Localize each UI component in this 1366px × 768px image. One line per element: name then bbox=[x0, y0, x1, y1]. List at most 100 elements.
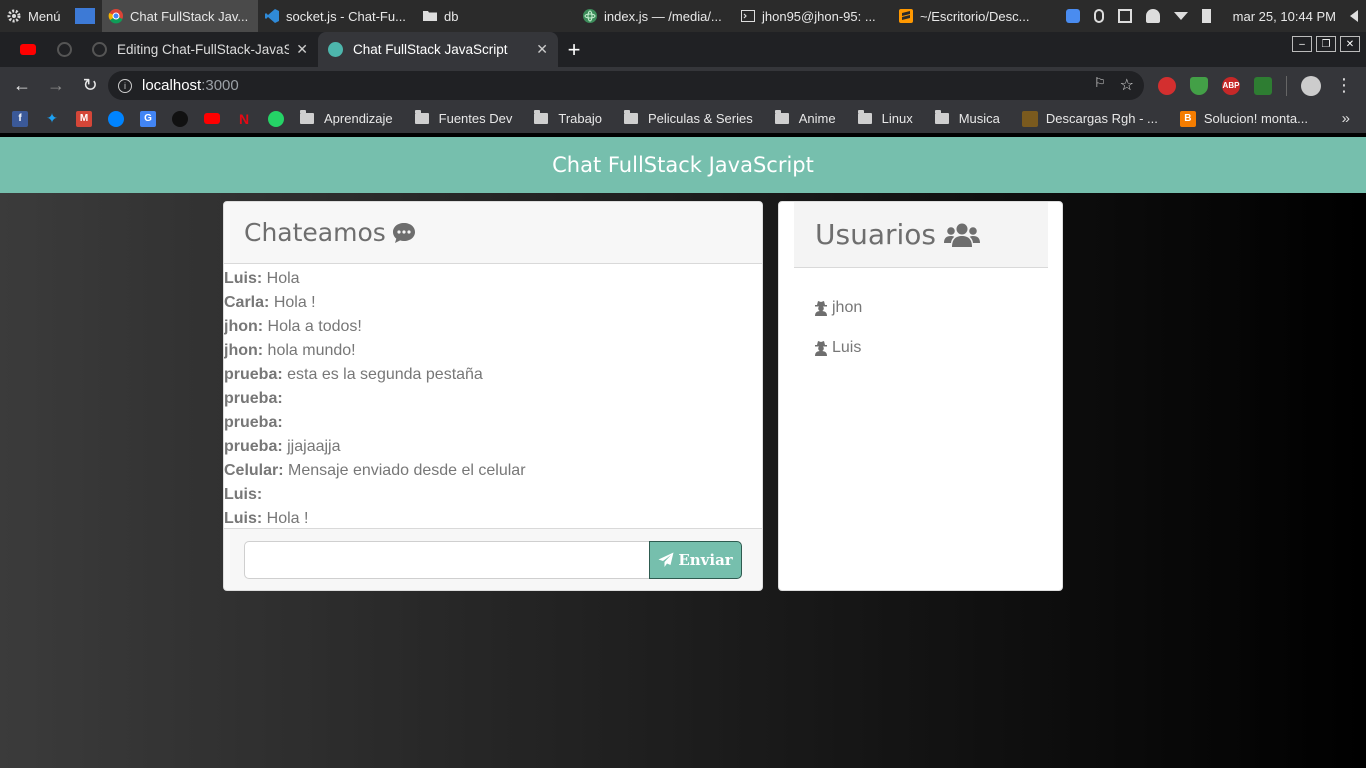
divider bbox=[1286, 75, 1287, 96]
taskbar-item-label: jhon95@jhon-95: ... bbox=[762, 8, 876, 24]
message-username: jhon: bbox=[224, 318, 264, 335]
message-text: Hola ! bbox=[273, 294, 316, 311]
star-icon[interactable]: ☆ bbox=[1120, 75, 1134, 95]
netflix-icon[interactable]: N bbox=[236, 111, 252, 127]
github-icon bbox=[56, 42, 72, 57]
restore-icon[interactable]: ❐ bbox=[1316, 36, 1336, 52]
twitter-icon[interactable]: ✦ bbox=[44, 110, 60, 127]
bookmark-label: Musica bbox=[958, 111, 1000, 126]
menu-button[interactable]: Menú bbox=[0, 0, 68, 32]
clock[interactable]: mar 25, 10:44 PM bbox=[1233, 9, 1336, 24]
message-input[interactable] bbox=[244, 541, 650, 579]
messenger-icon[interactable] bbox=[108, 110, 124, 127]
forward-button[interactable]: → bbox=[40, 70, 72, 102]
user-name: jhon bbox=[832, 299, 863, 316]
youtube-icon[interactable] bbox=[204, 113, 220, 124]
bookmark-folder[interactable]: Trabajo bbox=[534, 110, 602, 126]
address-bar[interactable]: i localhost:3000 ⚐ ☆ bbox=[108, 71, 1144, 100]
github-icon bbox=[92, 42, 107, 57]
arrow-left-icon: ← bbox=[13, 75, 31, 95]
volume-icon[interactable] bbox=[1350, 10, 1358, 22]
message-username: prueba: bbox=[224, 366, 283, 383]
terminal-icon bbox=[741, 10, 755, 22]
youtube-icon bbox=[20, 44, 36, 55]
gmail-icon[interactable]: M bbox=[76, 110, 92, 127]
extension-icon[interactable] bbox=[1254, 76, 1272, 95]
tab-chat-fullstack[interactable]: Chat FullStack JavaScript ✕ bbox=[318, 32, 558, 67]
screenshot-icon[interactable] bbox=[1117, 9, 1132, 23]
taskbar-item-vscode[interactable]: socket.js - Chat-Fu... bbox=[258, 0, 416, 32]
taskbar-item-chrome[interactable]: Chat FullStack Jav... bbox=[102, 0, 258, 32]
message-row: prueba: bbox=[224, 412, 762, 436]
new-tab-button[interactable]: + bbox=[558, 32, 590, 67]
app-header: Chat FullStack JavaScript bbox=[0, 137, 1366, 193]
translate-icon[interactable]: G bbox=[140, 110, 156, 127]
more-bookmarks-icon[interactable]: » bbox=[1342, 110, 1350, 127]
message-text: Hola a todos! bbox=[267, 318, 362, 335]
bookmark-folder[interactable]: Fuentes Dev bbox=[414, 110, 512, 126]
message-username: Luis: bbox=[224, 486, 263, 503]
message-username: jhon: bbox=[224, 342, 264, 359]
bookmark-link[interactable]: Descargas Rgh - ... bbox=[1021, 110, 1158, 127]
bookmark-link[interactable]: B Solucion! monta... bbox=[1179, 110, 1308, 127]
message-row: prueba: jjajaajja bbox=[224, 436, 762, 460]
wifi-icon[interactable] bbox=[1173, 12, 1188, 20]
message-username: Luis: bbox=[224, 270, 263, 287]
taskbar-item-sublime[interactable]: ~/Escritorio/Desc... bbox=[892, 0, 1042, 32]
shield-icon[interactable] bbox=[1065, 9, 1080, 23]
bookmark-folder[interactable]: Aprendizaje bbox=[300, 110, 393, 126]
plus-icon: + bbox=[567, 36, 581, 62]
taskbar-item-label: Chat FullStack Jav... bbox=[130, 8, 249, 24]
tab-editing-chat[interactable]: Editing Chat-FullStack-JavaSc ✕ bbox=[82, 32, 318, 67]
bookmark-folder[interactable]: Anime bbox=[774, 110, 836, 126]
message-list[interactable]: Luis: Hola Carla: Hola ! jhon: Hola a todo… bbox=[224, 264, 762, 528]
pinned-tab-github[interactable] bbox=[46, 32, 82, 67]
pinned-tab-youtube[interactable] bbox=[10, 32, 46, 67]
close-window-icon[interactable]: ✕ bbox=[1340, 36, 1360, 52]
bookmark-folder[interactable]: Linux bbox=[857, 110, 913, 126]
folder-icon bbox=[300, 110, 314, 124]
message-row: prueba: bbox=[224, 388, 762, 412]
battery-icon[interactable] bbox=[1201, 9, 1211, 23]
show-desktop-button[interactable] bbox=[68, 0, 102, 32]
window-controls: – ❐ ✕ bbox=[1292, 36, 1360, 52]
sublime-icon bbox=[899, 9, 913, 23]
rgh-icon bbox=[1021, 110, 1038, 127]
url-port: :3000 bbox=[201, 77, 239, 94]
paper-plane-icon bbox=[658, 552, 674, 567]
reload-button[interactable]: ↻ bbox=[74, 70, 106, 102]
shield-check-icon[interactable] bbox=[1190, 76, 1208, 95]
whatsapp-icon[interactable] bbox=[268, 110, 284, 127]
hand-stop-icon[interactable] bbox=[1158, 76, 1176, 95]
kebab-menu-icon[interactable]: ⋮ bbox=[1335, 75, 1353, 96]
user-name: Luis bbox=[832, 339, 862, 356]
message-row: Luis: bbox=[224, 484, 762, 508]
taskbar-item-label: db bbox=[444, 8, 459, 24]
folder-icon bbox=[414, 110, 429, 124]
folder-icon bbox=[623, 110, 638, 124]
close-icon[interactable]: ✕ bbox=[296, 41, 308, 58]
send-button[interactable]: Enviar bbox=[649, 541, 742, 579]
bluetooth-icon[interactable] bbox=[1093, 9, 1104, 23]
message-text: Mensaje enviado desde el celular bbox=[288, 462, 526, 479]
taskbar-item-atom[interactable]: index.js — /media/... bbox=[576, 0, 734, 32]
chat-footer: Enviar bbox=[224, 528, 762, 590]
close-icon[interactable]: ✕ bbox=[536, 41, 548, 58]
user-icon[interactable] bbox=[1145, 9, 1160, 23]
info-icon: i bbox=[118, 78, 132, 93]
bookmark-folder[interactable]: Musica bbox=[934, 110, 1000, 126]
arrow-right-icon: → bbox=[47, 75, 65, 95]
avatar[interactable] bbox=[1301, 75, 1321, 96]
back-button[interactable]: ← bbox=[6, 70, 38, 102]
translate-icon[interactable]: ⚐ bbox=[1094, 75, 1106, 95]
taskbar-item-db[interactable]: db bbox=[416, 0, 576, 32]
taskbar-item-terminal[interactable]: jhon95@jhon-95: ... bbox=[734, 0, 892, 32]
gear-icon bbox=[7, 9, 21, 23]
adblock-icon[interactable]: ABP bbox=[1222, 76, 1240, 95]
menu-label: Menú bbox=[28, 8, 61, 24]
facebook-icon[interactable]: f bbox=[12, 110, 28, 127]
minimize-icon[interactable]: – bbox=[1292, 36, 1312, 52]
bookmark-folder[interactable]: Peliculas & Series bbox=[623, 110, 753, 126]
github-icon[interactable] bbox=[172, 110, 188, 127]
tab-label: Chat FullStack JavaScript bbox=[353, 42, 508, 57]
